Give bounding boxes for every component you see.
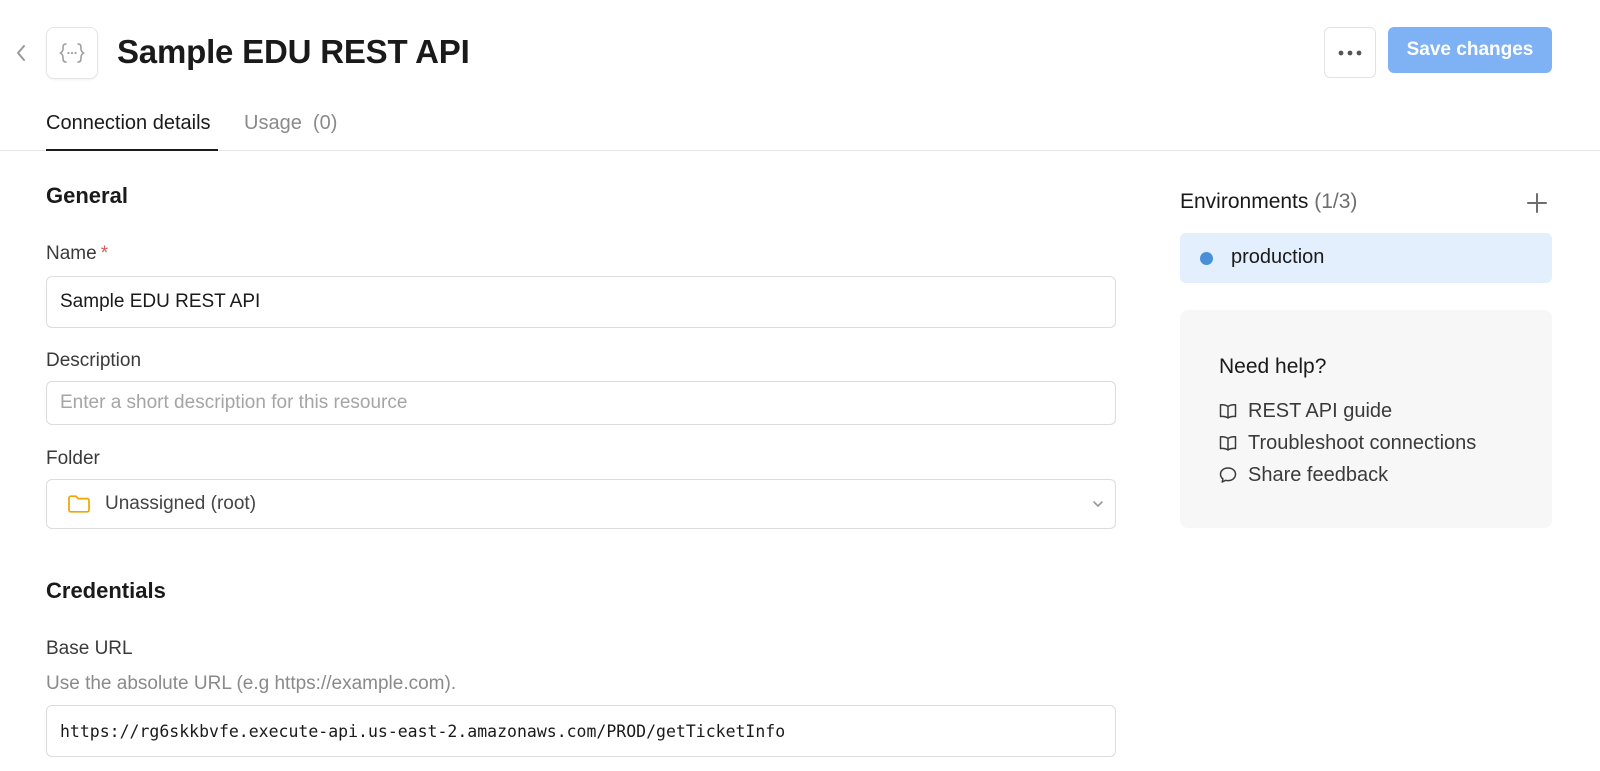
folder-icon	[67, 493, 91, 515]
plus-icon	[1527, 193, 1547, 213]
tab-connection-details[interactable]: Connection details	[46, 110, 218, 151]
base-url-hint: Use the absolute URL (e.g https://exampl…	[46, 673, 457, 694]
environments-count: (1/3)	[1314, 190, 1358, 213]
share-feedback-link[interactable]: Share feedback	[1219, 462, 1388, 488]
folder-label: Folder	[46, 448, 100, 469]
chevron-down-icon	[1093, 501, 1103, 507]
environment-label: production	[1231, 246, 1325, 268]
page-header: Sample EDU REST API Save changes	[0, 0, 1600, 100]
page-title: Sample EDU REST API	[117, 33, 470, 70]
base-url-value: https://rg6skkbvfe.execute-api.us-east-2…	[60, 721, 786, 741]
add-environment-button[interactable]	[1524, 190, 1550, 216]
general-section-title: General	[46, 183, 128, 208]
troubleshoot-connections-link[interactable]: Troubleshoot connections	[1219, 430, 1476, 456]
resource-type-icon	[46, 27, 98, 79]
curly-braces-icon	[59, 43, 85, 63]
credentials-section-title: Credentials	[46, 578, 166, 603]
back-button[interactable]	[10, 40, 32, 66]
folder-select-value: Unassigned (root)	[105, 493, 257, 514]
book-open-icon	[1219, 434, 1237, 452]
book-open-icon	[1219, 402, 1237, 420]
name-input[interactable]: Sample EDU REST API	[46, 276, 1116, 328]
name-label-text: Name	[46, 243, 97, 264]
required-marker: *	[100, 243, 109, 264]
help-card: Need help? REST API guide Troubleshoot c…	[1180, 310, 1552, 528]
folder-select[interactable]: Unassigned (root)	[46, 479, 1116, 529]
environments-title-text: Environments	[1180, 190, 1309, 213]
description-label: Description	[46, 350, 142, 371]
save-changes-button[interactable]: Save changes	[1388, 27, 1552, 73]
more-options-button[interactable]	[1324, 27, 1376, 78]
ellipsis-icon	[1338, 50, 1362, 55]
share-feedback-label: Share feedback	[1248, 463, 1389, 486]
help-title: Need help?	[1219, 355, 1327, 378]
message-bubble-icon	[1219, 466, 1237, 484]
rest-api-guide-link[interactable]: REST API guide	[1219, 398, 1392, 424]
troubleshoot-connections-label: Troubleshoot connections	[1248, 431, 1477, 454]
description-placeholder: Enter a short description for this resou…	[60, 392, 408, 413]
name-input-value: Sample EDU REST API	[60, 291, 261, 312]
rest-api-guide-label: REST API guide	[1248, 399, 1393, 422]
name-label: Name *	[46, 243, 108, 265]
base-url-input[interactable]: https://rg6skkbvfe.execute-api.us-east-2…	[46, 705, 1116, 757]
tab-bar: Connection details Usage (0)	[0, 100, 1600, 151]
chevron-left-icon	[17, 45, 25, 61]
tab-usage[interactable]: Usage (0)	[244, 110, 337, 151]
base-url-label: Base URL	[46, 638, 133, 659]
environment-item-production[interactable]: production	[1180, 233, 1552, 283]
description-input[interactable]: Enter a short description for this resou…	[46, 381, 1116, 425]
environments-title: Environments (1/3)	[1180, 190, 1357, 214]
environment-status-dot	[1200, 252, 1213, 265]
